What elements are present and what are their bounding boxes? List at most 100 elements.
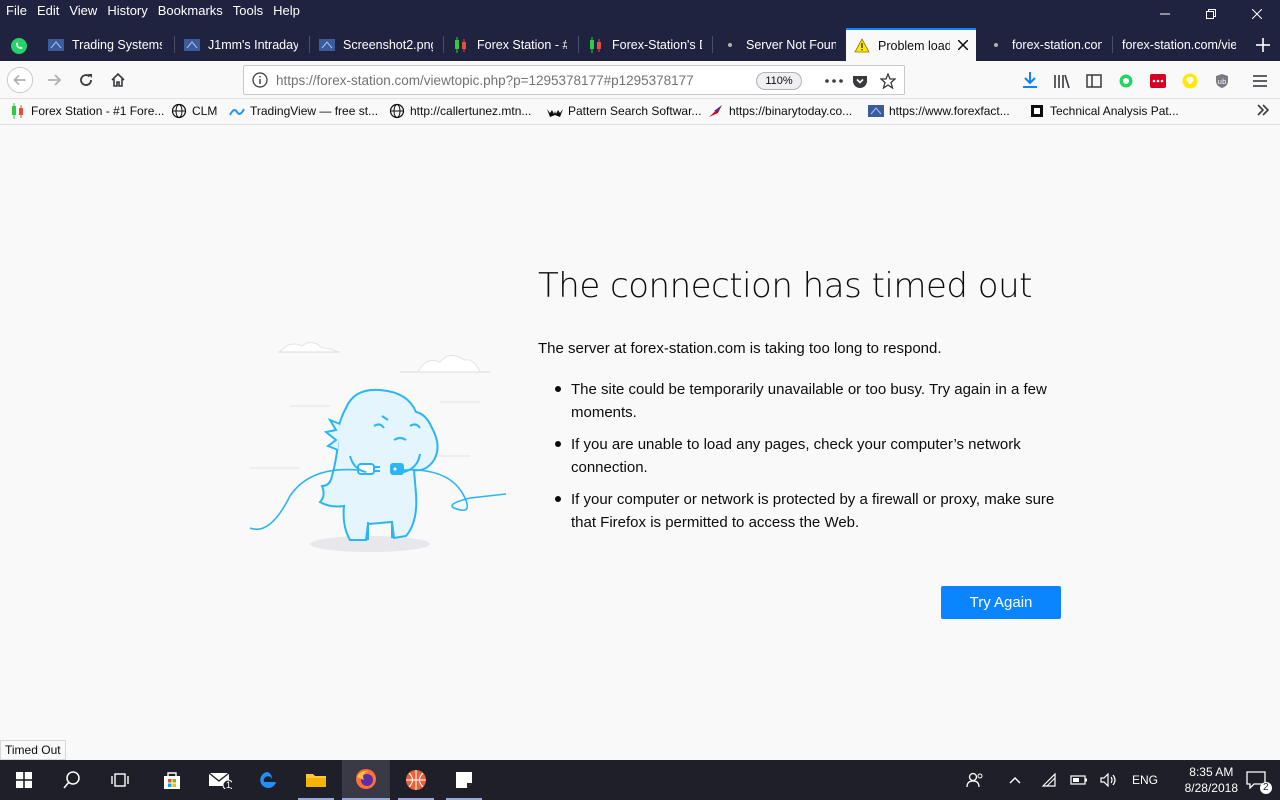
page-actions-button[interactable] [824, 71, 844, 91]
task-view-icon [111, 773, 129, 787]
sidebar-icon [1086, 74, 1102, 88]
candlestick-icon [10, 103, 26, 119]
volume-button[interactable] [1098, 760, 1120, 800]
menu-help[interactable]: Help [273, 2, 300, 20]
bookmark-technical-analysis[interactable]: Technical Analysis Pat... [1029, 103, 1179, 119]
whatsapp-extension-button[interactable] [1116, 71, 1136, 91]
lightbulb-icon [1182, 73, 1198, 89]
minimize-button[interactable] [1142, 0, 1188, 28]
tab-j1mm-intraday[interactable]: J1mm's Intraday [176, 28, 306, 61]
back-button[interactable] [6, 66, 34, 94]
menu-items: File Edit View History Bookmarks Tools H… [6, 2, 300, 20]
taskbar-file-explorer[interactable] [292, 760, 340, 800]
svg-text:ub: ub [1218, 78, 1227, 86]
battery-button[interactable] [1068, 760, 1090, 800]
hamburger-icon [1253, 75, 1267, 87]
tab-forex-station-daily[interactable]: Forex-Station's Da [580, 28, 710, 61]
globe-icon [171, 103, 187, 119]
bookmark-clm[interactable]: CLM [171, 103, 217, 119]
new-tab-button[interactable] [1250, 32, 1276, 58]
tab-separator [712, 36, 713, 53]
chevron-up-icon [1009, 777, 1021, 784]
show-hidden-icons-button[interactable] [1004, 760, 1026, 800]
status-panel: Timed Out [0, 740, 66, 760]
forex-factory-icon [319, 37, 335, 53]
menu-file[interactable]: File [6, 2, 27, 20]
tab-forex-station-com[interactable]: forex-station.com [980, 28, 1110, 61]
forward-button[interactable] [40, 66, 68, 94]
restore-icon [1206, 9, 1216, 19]
start-button[interactable] [0, 760, 48, 800]
hamburger-menu-button[interactable] [1250, 71, 1270, 91]
bookmark-forexfactory[interactable]: https://www.forexfact... [868, 103, 1010, 119]
tab-server-not-found[interactable]: Server Not Found [714, 28, 844, 61]
sidebar-button[interactable] [1084, 71, 1104, 91]
menu-history[interactable]: History [107, 2, 147, 20]
edge-icon [260, 772, 276, 788]
plus-icon [1256, 38, 1270, 52]
clock-button[interactable]: 8:35 AM 8/28/2018 [1185, 764, 1238, 796]
action-center-button[interactable]: 2 [1236, 760, 1276, 800]
suggestion-item: If your computer or network is protected… [553, 488, 1073, 534]
task-view-button[interactable] [96, 760, 144, 800]
chevron-double-right-icon [1257, 104, 1270, 116]
extension-bulb-button[interactable] [1180, 71, 1200, 91]
menu-view[interactable]: View [69, 2, 97, 20]
taskbar-store[interactable] [148, 760, 196, 800]
bookmark-tradingview[interactable]: TradingView — free st... [229, 103, 378, 119]
tab-separator [443, 36, 444, 53]
extension-red-button[interactable] [1148, 71, 1168, 91]
close-icon [957, 38, 969, 51]
bookmark-binarytoday[interactable]: https://binarytoday.co... [708, 103, 852, 119]
bookmarks-overflow-button[interactable] [1256, 101, 1270, 122]
tradingview-icon [229, 103, 245, 119]
info-icon[interactable] [252, 72, 268, 88]
tab-problem-loading[interactable]: Problem loadi [846, 28, 976, 61]
input-language-button[interactable]: ENG [1128, 760, 1162, 800]
network-button[interactable] [1038, 760, 1060, 800]
menu-edit[interactable]: Edit [37, 2, 59, 20]
close-window-button[interactable] [1234, 0, 1280, 28]
menu-bookmarks[interactable]: Bookmarks [158, 2, 223, 20]
restore-button[interactable] [1188, 0, 1234, 28]
tab-forex-station[interactable]: Forex Station - #1 [445, 28, 575, 61]
red-dots-extension-icon [1150, 74, 1166, 88]
library-button[interactable] [1052, 71, 1072, 91]
tab-pinned-whatsapp[interactable] [6, 34, 32, 58]
reload-button[interactable] [72, 66, 100, 94]
dot-icon [988, 37, 1004, 53]
search-button[interactable] [48, 760, 96, 800]
tab-separator [174, 36, 175, 53]
try-again-button[interactable]: Try Again [941, 586, 1061, 619]
home-button[interactable] [104, 66, 132, 94]
ublock-button[interactable]: ub [1212, 71, 1232, 91]
library-icon [1054, 74, 1070, 89]
bookmark-callertunez[interactable]: http://callertunez.mtn... [389, 103, 531, 119]
taskbar-sticky-notes[interactable] [440, 760, 488, 800]
bookmark-pattern-search[interactable]: Pattern Search Softwar... [547, 103, 701, 119]
bookmark-forex-station[interactable]: Forex Station - #1 Fore... [10, 103, 164, 119]
tab-trading-systems[interactable]: Trading Systems [40, 28, 170, 61]
forex-factory-icon [868, 103, 884, 119]
pocket-button[interactable] [850, 71, 870, 91]
close-tab-button[interactable] [957, 37, 969, 55]
menu-tools[interactable]: Tools [233, 2, 263, 20]
taskbar-edge[interactable] [244, 760, 292, 800]
url-bar[interactable]: https://forex-station.com/viewtopic.php?… [243, 65, 905, 95]
bookmark-star-button[interactable] [878, 71, 898, 91]
download-arrow-icon [1023, 72, 1037, 88]
url-text[interactable]: https://forex-station.com/viewtopic.php?… [276, 73, 694, 88]
tab-forex-station-viewtopic[interactable]: forex-station.com/vie [1114, 28, 1244, 61]
downloads-button[interactable] [1020, 70, 1040, 90]
bat-icon [547, 103, 563, 119]
speaker-icon [1100, 773, 1116, 787]
taskbar-mail[interactable]: 1 [196, 760, 244, 800]
tab-screenshot2[interactable]: Screenshot2.png [311, 28, 441, 61]
taskbar-firefox[interactable] [342, 760, 390, 800]
people-button[interactable] [962, 760, 988, 800]
zoom-reset-button[interactable]: 110% [756, 72, 802, 90]
error-title: The connection has timed out [538, 266, 1032, 306]
folder-icon [306, 774, 326, 787]
taskbar-basketball-app[interactable] [392, 760, 440, 800]
people-icon [966, 772, 983, 788]
